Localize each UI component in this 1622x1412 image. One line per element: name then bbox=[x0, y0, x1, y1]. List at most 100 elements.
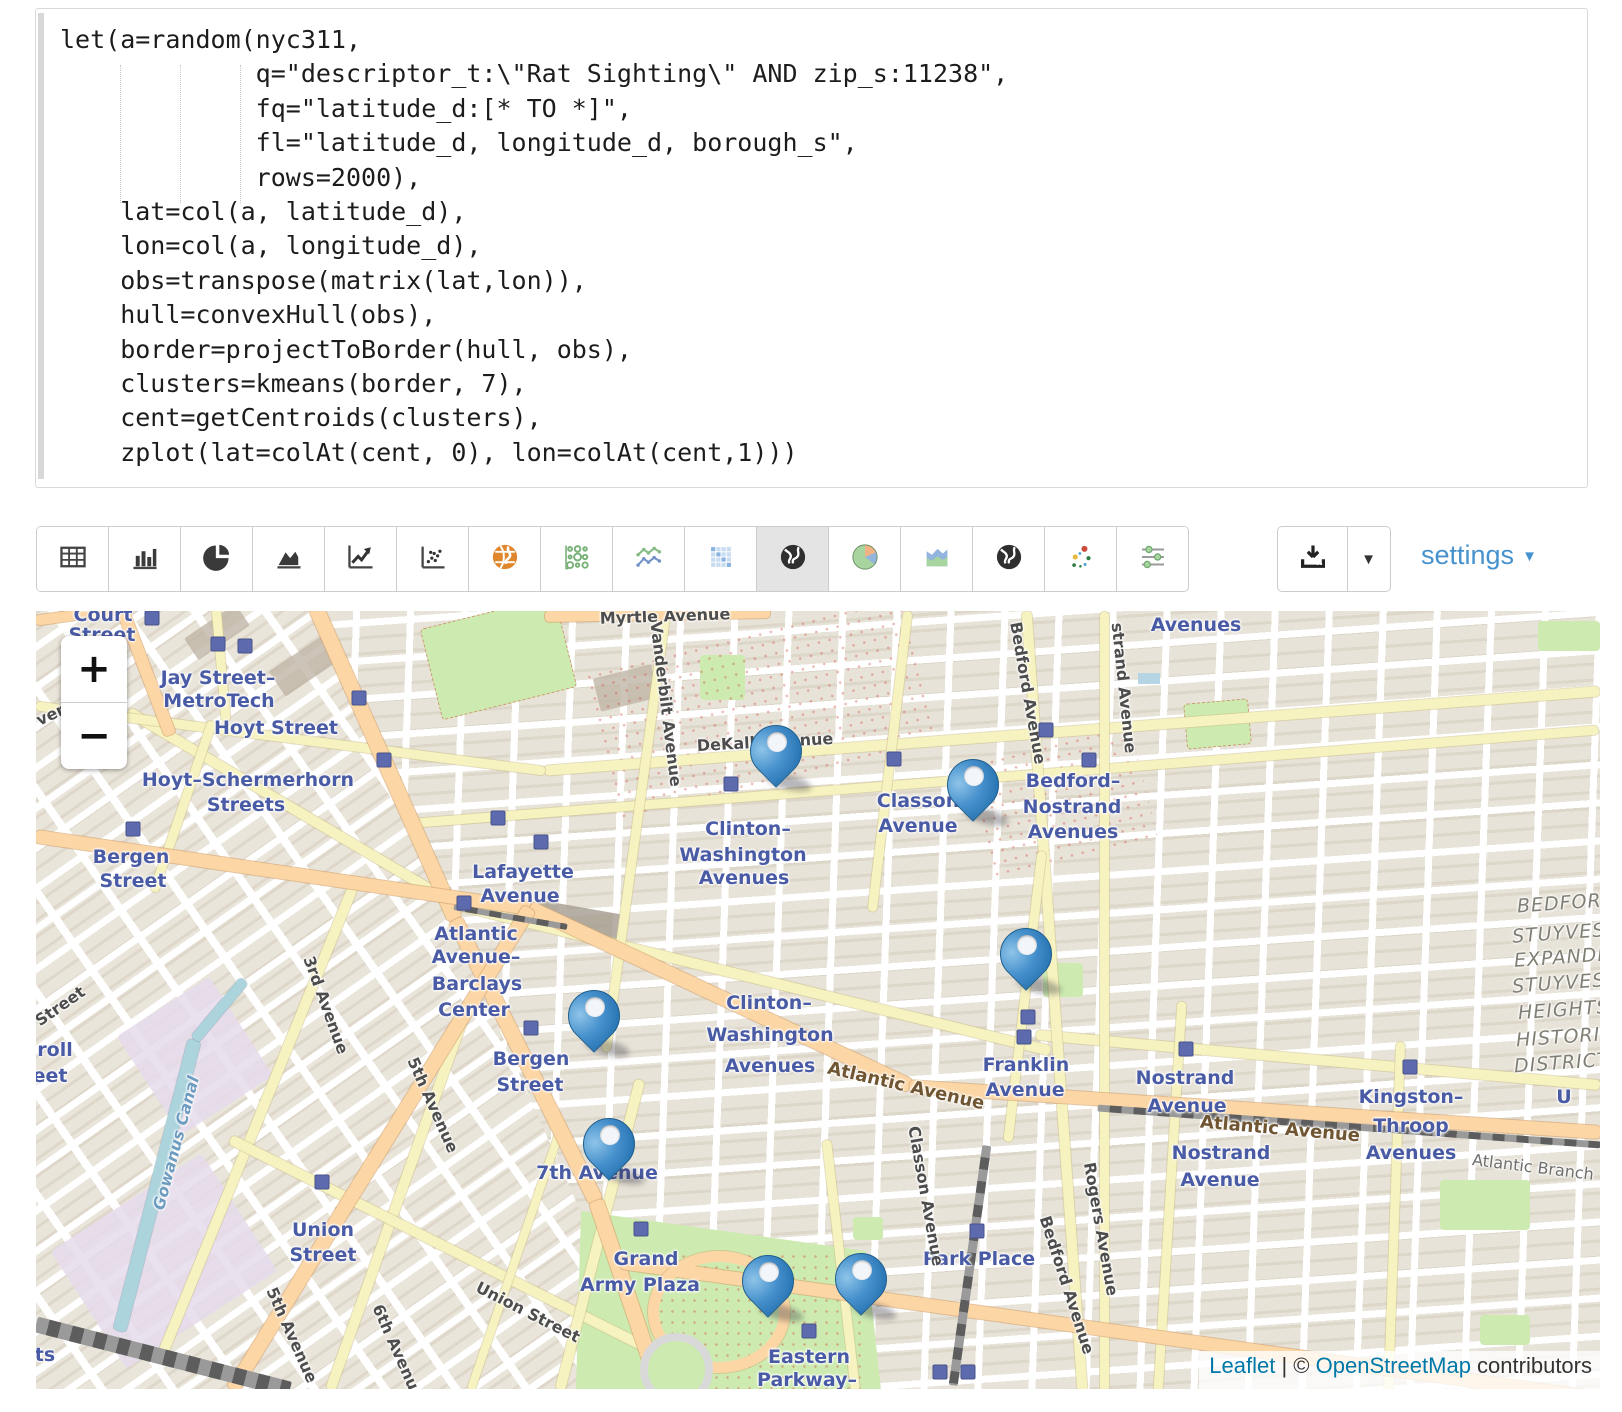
map-label: Streets bbox=[207, 794, 285, 816]
subway-station-icon bbox=[1021, 1010, 1036, 1025]
map-marker-6[interactable] bbox=[742, 1249, 796, 1321]
map-marker-1[interactable] bbox=[750, 719, 804, 791]
chart-type-button-globe-map2[interactable] bbox=[973, 527, 1045, 591]
subway-station-icon bbox=[126, 822, 141, 837]
globe-map2-icon bbox=[994, 542, 1024, 577]
map-label: Hoyt Street bbox=[214, 717, 338, 739]
subway-station-icon bbox=[352, 691, 367, 706]
area-chart-icon bbox=[274, 542, 304, 577]
map-marker-5[interactable] bbox=[583, 1112, 637, 1184]
openstreetmap-link[interactable]: OpenStreetMap bbox=[1316, 1353, 1471, 1378]
chart-type-button-scatter-plot[interactable] bbox=[397, 527, 469, 591]
map-label: Union bbox=[292, 1219, 354, 1241]
map-label: Avenue bbox=[1180, 1169, 1259, 1191]
subway-station-icon bbox=[491, 811, 506, 826]
map-label: ts bbox=[36, 1344, 55, 1366]
chart-type-button-bar-chart[interactable] bbox=[109, 527, 181, 591]
download-dropdown-caret[interactable]: ▼ bbox=[1348, 527, 1389, 591]
multi-line-icon bbox=[634, 542, 664, 577]
map-label: U bbox=[1556, 1086, 1571, 1108]
chart-type-button-dot-plot[interactable] bbox=[1117, 527, 1188, 591]
chart-type-button-globe-orange[interactable] bbox=[469, 527, 541, 591]
paragraph-gutter bbox=[38, 13, 44, 479]
chart-type-button-group bbox=[36, 526, 1189, 592]
map-label: Barclays bbox=[432, 973, 522, 995]
chart-type-button-table[interactable] bbox=[37, 527, 109, 591]
map-label: Washington bbox=[679, 844, 806, 866]
chart-type-button-area-chart[interactable] bbox=[253, 527, 325, 591]
code-text: let(a=random(nyc311, q="descriptor_t:\"R… bbox=[60, 23, 1008, 470]
chart-type-button-pie-chart[interactable] bbox=[181, 527, 253, 591]
map-label: Avenues bbox=[1151, 614, 1242, 636]
map-label: Avenues bbox=[725, 1055, 816, 1077]
map-label: Throop bbox=[1373, 1115, 1449, 1137]
marker-pin-hole bbox=[600, 1125, 620, 1145]
map-label: Nostrand bbox=[1023, 796, 1122, 818]
map-marker-7[interactable] bbox=[835, 1247, 889, 1319]
map-label: Avenues bbox=[1028, 821, 1119, 843]
marker-pin-hole bbox=[759, 1262, 779, 1282]
map-label: Atlantic bbox=[434, 923, 518, 945]
map-marker-2[interactable] bbox=[947, 753, 1001, 825]
map-label: Parkway– bbox=[757, 1369, 857, 1389]
map-label: Clinton– bbox=[705, 818, 791, 840]
chart-type-button-pie-color[interactable] bbox=[829, 527, 901, 591]
chart-type-button-heatmap[interactable] bbox=[685, 527, 757, 591]
marker-pin-hole bbox=[585, 997, 605, 1017]
map-label: Avenue bbox=[985, 1079, 1064, 1101]
chart-type-button-line-chart[interactable] bbox=[325, 527, 397, 591]
marker-pin-hole bbox=[964, 766, 984, 786]
subway-station-icon bbox=[970, 1224, 985, 1239]
map-marker-4[interactable] bbox=[568, 984, 622, 1056]
subway-station-icon bbox=[377, 753, 392, 768]
map-label: Lafayette bbox=[472, 861, 574, 883]
map-marker-3[interactable] bbox=[1000, 922, 1054, 994]
subway-station-icon bbox=[211, 637, 226, 652]
pool bbox=[1138, 673, 1160, 684]
chart-type-button-globe-map[interactable] bbox=[757, 527, 829, 591]
subway-station-icon bbox=[534, 835, 549, 850]
code-editor[interactable]: let(a=random(nyc311, q="descriptor_t:\"R… bbox=[35, 8, 1588, 488]
bubble-matrix-icon bbox=[562, 542, 592, 577]
globe-map-icon bbox=[778, 542, 808, 577]
subway-station-icon bbox=[145, 611, 160, 626]
zoom-in-button[interactable]: + bbox=[61, 636, 127, 703]
subway-station-icon bbox=[524, 1021, 539, 1036]
map-label: Street bbox=[100, 870, 167, 892]
map-label: Street bbox=[290, 1244, 357, 1266]
chart-type-button-bubble-matrix[interactable] bbox=[541, 527, 613, 591]
map-label: Avenue bbox=[878, 815, 957, 837]
area-color-icon bbox=[922, 542, 952, 577]
leaflet-link[interactable]: Leaflet bbox=[1209, 1353, 1275, 1378]
subway-station-icon bbox=[1179, 1042, 1194, 1057]
subway-station-icon bbox=[1082, 753, 1097, 768]
chart-type-button-multi-line[interactable] bbox=[613, 527, 685, 591]
marker-pin-hole bbox=[1017, 935, 1037, 955]
map-label: MetroTech bbox=[163, 690, 274, 712]
pie-chart-icon bbox=[202, 542, 232, 577]
heatmap-icon bbox=[706, 542, 736, 577]
map-canvas[interactable]: CourtStreetJay Street–MetroTechHoyt Stre… bbox=[36, 611, 1600, 1389]
marker-pin-hole bbox=[767, 732, 787, 752]
map-label: Center bbox=[438, 999, 510, 1021]
scatter-plot-icon bbox=[418, 542, 448, 577]
visualization-toolbar: ▼ settings▼ bbox=[0, 526, 1622, 592]
download-button[interactable] bbox=[1278, 527, 1348, 591]
map-label: Avenue– bbox=[432, 946, 521, 968]
subway-station-icon bbox=[961, 1365, 976, 1380]
map-label: eet bbox=[36, 1065, 67, 1087]
zoom-out-button[interactable]: − bbox=[61, 703, 127, 769]
map-label: Street bbox=[497, 1074, 564, 1096]
settings-link[interactable]: settings▼ bbox=[1421, 540, 1537, 571]
map-label: Clinton– bbox=[726, 992, 812, 1014]
map-label: Grand bbox=[614, 1248, 679, 1270]
map-label: Hoyt–Schermerhorn bbox=[142, 769, 354, 791]
chart-type-button-scatter-color[interactable] bbox=[1045, 527, 1117, 591]
map-label: Kingston– bbox=[1359, 1086, 1464, 1108]
subway-station-icon bbox=[724, 777, 739, 792]
subway-station-icon bbox=[457, 896, 472, 911]
map-label: roll bbox=[37, 1039, 72, 1061]
park bbox=[1480, 1315, 1530, 1345]
map-label: Avenue bbox=[480, 885, 559, 907]
chart-type-button-area-color[interactable] bbox=[901, 527, 973, 591]
